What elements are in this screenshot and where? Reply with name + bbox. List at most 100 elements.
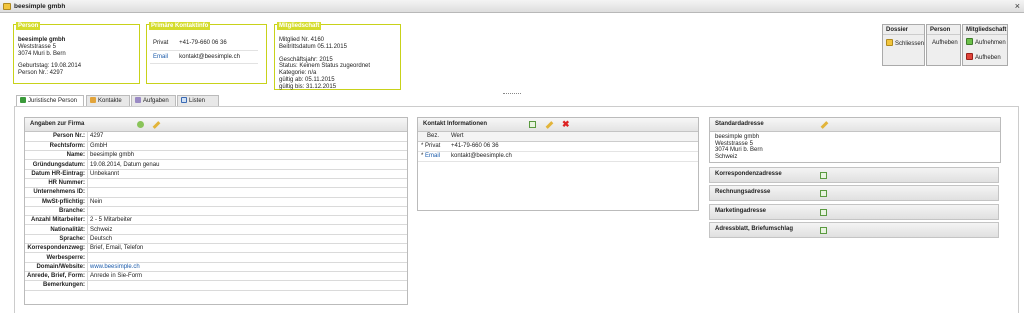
- table-row[interactable]: * Privat +41-79-660 06 36: [418, 141, 698, 152]
- edit-icon[interactable]: [545, 121, 554, 129]
- section-title: Marketingadresse: [715, 208, 767, 214]
- refresh-icon[interactable]: [137, 121, 144, 128]
- tab-kontakte[interactable]: Kontakte: [86, 95, 130, 106]
- contact-value: kontakt@beesimple.ch: [176, 50, 258, 64]
- membership-cancel-button[interactable]: Aufheben: [966, 53, 1001, 62]
- contact-type: Privat: [425, 143, 441, 149]
- add-icon[interactable]: [529, 121, 536, 128]
- standard-address-body: beesimple gmbh Weststrasse 5 3074 Muri b…: [710, 132, 1000, 162]
- field-label: Korrespondenzweg:: [25, 243, 89, 254]
- field-value: Anrede in Sie-Form: [87, 271, 407, 282]
- table-row[interactable]: * Email kontakt@beesimple.ch: [418, 151, 698, 162]
- contact-type: Privat: [150, 37, 177, 51]
- field-label: Rechtsform:: [25, 141, 89, 152]
- field-value: GmbH: [87, 141, 407, 152]
- table-row: Name: beesimple gmbh: [25, 150, 407, 161]
- close-icon[interactable]: ×: [1015, 1, 1020, 11]
- person-summary-box: Person beesimple gmbh Weststrasse 5 3074…: [13, 22, 140, 84]
- contact-box-header: Primäre Kontaktinfo: [149, 22, 211, 30]
- section-title: Rechnungsadresse: [715, 189, 771, 195]
- field-label: Person Nr.:: [25, 132, 89, 142]
- delete-icon[interactable]: ✖: [562, 119, 570, 130]
- membership-join-button[interactable]: Aufnehmen: [966, 38, 1006, 47]
- person-summary-content: beesimple gmbh Weststrasse 5 3074 Muri b…: [18, 37, 81, 77]
- dossier-title: Dossier: [883, 25, 924, 35]
- folder-icon: [3, 3, 11, 10]
- standard-address-title: Standardadresse: [715, 121, 764, 127]
- correspondence-address-section[interactable]: Korrespondenzadresse: [709, 167, 999, 183]
- edit-icon[interactable]: [820, 121, 829, 129]
- membership-line: Geschäftsjahr: 2015: [279, 56, 333, 63]
- resize-handle[interactable]: [503, 93, 521, 94]
- add-icon[interactable]: [820, 227, 827, 234]
- add-icon[interactable]: [820, 209, 827, 216]
- dossier-actions: Dossier Schliessen: [882, 24, 925, 66]
- tab-label: Listen: [189, 98, 206, 104]
- person-actions-title: Person: [927, 25, 960, 35]
- table-row: Werbesperre:: [25, 252, 407, 263]
- add-icon[interactable]: [820, 172, 827, 179]
- contact-info-header-row: Bez. Wert: [418, 132, 698, 142]
- field-value: Nein: [87, 197, 407, 207]
- add-icon[interactable]: [820, 190, 827, 197]
- contact-value-cell: kontakt@beesimple.ch: [448, 151, 698, 162]
- membership-line: Beitrittsdatum 05.11.2015: [279, 43, 347, 50]
- membership-actions: Mitgliedschaft Aufnehmen Aufheben: [962, 24, 1008, 66]
- membership-cancel-label: Aufheben: [975, 55, 1001, 61]
- tab-aufgaben[interactable]: Aufgaben: [131, 95, 176, 106]
- tab-label: Kontakte: [98, 98, 122, 104]
- edit-icon[interactable]: [152, 121, 161, 129]
- table-row: Anzahl Mitarbeiter: 2 - 5 Mitarbeiter: [25, 215, 407, 226]
- company-details-header: Angaben zur Firma: [25, 118, 407, 132]
- window-titlebar: beesimple gmbh ×: [0, 0, 1024, 13]
- address-line: Schweiz: [715, 153, 738, 160]
- field-label: HR Nummer:: [25, 178, 89, 189]
- field-value: [87, 178, 407, 189]
- field-label: Domain/Website:: [25, 262, 89, 272]
- column-header-bez: Bez.: [418, 132, 448, 142]
- contact-type-link[interactable]: Email: [425, 153, 440, 159]
- field-value: 2 - 5 Mitarbeiter: [87, 215, 407, 226]
- task-icon: [135, 97, 141, 103]
- company-details-table: Person Nr.: 4297 Rechtsform: GmbH Name: beesi…: [25, 132, 407, 291]
- address-sheet-section[interactable]: Adressblatt, Briefumschlag: [709, 222, 999, 238]
- field-label: Gründungsdatum:: [25, 159, 89, 170]
- primary-marker: *: [421, 153, 424, 159]
- section-title: Korrespondenzadresse: [715, 171, 782, 177]
- field-label: MwSt-pflichtig:: [25, 197, 89, 207]
- person-name: beesimple gmbh: [18, 37, 66, 43]
- membership-line: Status: Keinem Status zugeordnet: [279, 63, 371, 70]
- person-dissolve-button[interactable]: Aufheben: [932, 39, 958, 47]
- field-value: [87, 206, 407, 217]
- section-title: Adressblatt, Briefumschlag: [715, 226, 794, 232]
- person-birthday: Geburtstag: 19.08.2014: [18, 63, 82, 70]
- contact-info-table: Bez. Wert * Privat +41-79-660 06 36 * Em…: [418, 132, 698, 162]
- website-link[interactable]: www.beesimple.ch: [87, 262, 407, 272]
- tab-listen[interactable]: Listen: [177, 95, 219, 106]
- membership-join-label: Aufnehmen: [975, 40, 1006, 46]
- dossier-close-label: Schliessen: [895, 41, 925, 47]
- field-label: Anrede, Brief, Form:: [25, 271, 89, 282]
- marketing-address-section[interactable]: Marketingadresse: [709, 204, 999, 220]
- membership-content: Mitglied Nr. 4160 Beitrittsdatum 05.11.2…: [279, 37, 370, 91]
- field-label: Bemerkungen:: [25, 280, 89, 291]
- contact-value-cell: +41-79-660 06 36: [448, 141, 698, 152]
- field-value: beesimple gmbh: [87, 150, 407, 161]
- contact-row: Email kontakt@beesimple.ch: [150, 50, 258, 64]
- dossier-close-button[interactable]: Schliessen: [886, 39, 924, 48]
- field-value: Deutsch: [87, 234, 407, 245]
- membership-box: Mitgliedschaft Mitglied Nr. 4160 Beitrit…: [274, 22, 401, 91]
- addresses-column: Standardadresse beesimple gmbh Weststras…: [709, 117, 1001, 247]
- field-label: Sprache:: [25, 234, 89, 245]
- billing-address-section[interactable]: Rechnungsadresse: [709, 185, 999, 201]
- person-actions: Person Aufheben: [926, 24, 961, 66]
- table-row: Nationalität: Schweiz: [25, 224, 407, 235]
- contact-type-cell: * Email: [418, 151, 448, 162]
- field-value: Unbekannt: [87, 169, 407, 180]
- company-details-panel: Angaben zur Firma Person Nr.: 4297 Rechtsf…: [24, 117, 408, 305]
- contact-type-link[interactable]: Email: [150, 50, 177, 64]
- tab-label: Aufgaben: [143, 98, 169, 104]
- person-number: Person Nr.: 4297: [18, 70, 64, 77]
- window-title: beesimple gmbh: [14, 3, 66, 10]
- company-details-title: Angaben zur Firma: [30, 121, 85, 127]
